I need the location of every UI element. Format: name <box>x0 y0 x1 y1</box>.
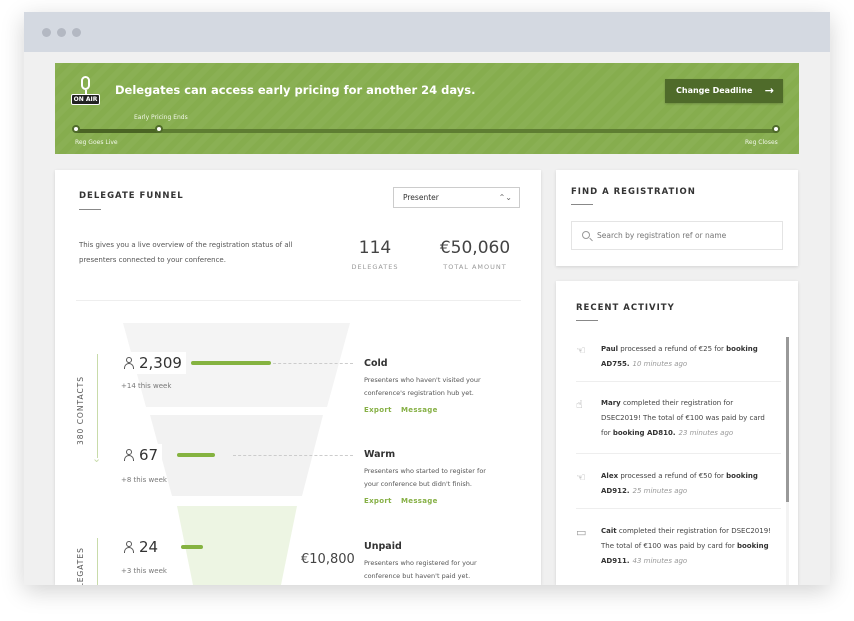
warm-export-link[interactable]: Export <box>364 497 392 505</box>
warm-week: +8 this week <box>121 476 167 484</box>
on-air-badge: ON AIR <box>71 94 100 105</box>
unpaid-title: Unpaid <box>364 541 402 552</box>
timeline-marker-end[interactable] <box>772 125 780 133</box>
cold-count-value: 2,309 <box>139 354 182 372</box>
cold-description: Presenters who haven't visited your conf… <box>364 376 481 397</box>
reg-goes-live-label: Reg Goes Live <box>75 139 118 146</box>
activity-text: Cait completed their registration for DS… <box>601 524 771 569</box>
warm-description: Presenters who started to register for y… <box>364 467 486 488</box>
activity-divider <box>576 508 781 509</box>
delegates-line <box>97 538 98 585</box>
activity-scrollbar-thumb[interactable] <box>786 337 789 502</box>
contacts-side-label: 380 CONTACTS <box>76 375 85 445</box>
activity-text: Alex processed a refund of €50 for booki… <box>601 469 771 499</box>
warm-count-value: 67 <box>139 446 159 464</box>
unpaid-count-value: 24 <box>139 538 159 556</box>
on-air-microphone-icon: ON AIR <box>71 76 101 106</box>
activity-name: Mary <box>601 399 621 407</box>
cold-count: 2,309 <box>119 352 186 374</box>
find-registration-card: FIND A REGISTRATION <box>556 170 798 266</box>
unpaid-bar <box>181 545 203 549</box>
title-underline <box>79 209 101 210</box>
cold-dash <box>273 363 353 364</box>
activity-time: 10 minutes ago <box>632 360 688 368</box>
recent-activity-title: RECENT ACTIVITY <box>576 303 675 313</box>
delegates-label: DELEGATES <box>351 263 399 271</box>
search-icon <box>582 231 590 239</box>
activity-name: Paul <box>601 345 619 353</box>
person-icon <box>123 449 135 461</box>
total-amount-value: €50,060 <box>439 238 511 258</box>
activity-divider <box>576 381 781 382</box>
activity-time: 25 minutes ago <box>632 487 688 495</box>
activity-name: Alex <box>601 472 619 480</box>
warm-bar <box>177 453 215 457</box>
divider <box>76 300 521 301</box>
role-select-value: Presenter <box>403 193 439 202</box>
registration-search-input[interactable] <box>571 221 783 250</box>
warm-count: 67 <box>119 444 163 466</box>
window-dot-icon[interactable] <box>72 28 81 37</box>
activity-time: 43 minutes ago <box>632 557 688 565</box>
registration-hand-icon: ☝ <box>576 398 583 411</box>
title-underline <box>576 320 598 321</box>
early-pricing-banner: ON AIR Delegates can access early pricin… <box>55 63 799 154</box>
delegates-side-label: DELEGATES <box>76 547 85 585</box>
early-pricing-ends-label: Early Pricing Ends <box>134 114 188 121</box>
timeline-marker-early-pricing[interactable] <box>155 125 163 133</box>
contacts-line <box>97 354 98 458</box>
activity-body: processed a refund of €50 for <box>618 472 727 480</box>
banner-message: Delegates can access early pricing for a… <box>115 83 476 97</box>
change-deadline-button[interactable]: Change Deadline → <box>665 79 783 103</box>
cold-message-link[interactable]: Message <box>401 406 438 414</box>
activity-time: 23 minutes ago <box>678 429 734 437</box>
person-icon <box>123 357 135 369</box>
change-deadline-label: Change Deadline <box>676 86 753 95</box>
warm-dash <box>233 455 353 456</box>
person-icon <box>123 541 135 553</box>
warm-title: Warm <box>364 449 396 460</box>
cold-export-link[interactable]: Export <box>364 406 392 414</box>
delegates-count: 114 <box>358 238 392 258</box>
warm-message-link[interactable]: Message <box>401 497 438 505</box>
credit-card-icon: ▭ <box>576 526 587 539</box>
unpaid-amount: €10,800 <box>301 552 355 567</box>
cold-bar <box>191 361 271 365</box>
chevron-down-icon: ⌄ <box>92 452 102 465</box>
window-dot-icon[interactable] <box>42 28 51 37</box>
reg-closes-label: Reg Closes <box>745 139 778 146</box>
activity-text: Mary completed their registration for DS… <box>601 396 771 441</box>
unpaid-description: Presenters who registered for your confe… <box>364 559 477 580</box>
select-chevron-icon: ⌃⌄ <box>498 193 512 202</box>
activity-name: Cait <box>601 527 617 535</box>
title-bar <box>24 12 830 52</box>
timeline-marker-start[interactable] <box>72 125 80 133</box>
activity-body: processed a refund of €25 for <box>618 345 727 353</box>
refund-hand-icon: ☜ <box>576 471 586 484</box>
refund-hand-icon: ☜ <box>576 344 586 357</box>
timeline-track <box>76 129 777 133</box>
cold-title: Cold <box>364 358 388 369</box>
title-underline <box>571 204 593 205</box>
activity-booking: booking AD810. <box>612 429 676 437</box>
delegate-funnel-card: DELEGATE FUNNEL Presenter ⌃⌄ This gives … <box>55 170 541 585</box>
window-dot-icon[interactable] <box>57 28 66 37</box>
delegate-funnel-title: DELEGATE FUNNEL <box>79 191 184 201</box>
activity-divider <box>576 453 781 454</box>
browser-window: ON AIR Delegates can access early pricin… <box>24 12 830 585</box>
activity-text: Paul processed a refund of €25 for booki… <box>601 342 771 372</box>
unpaid-count: 24 <box>119 536 163 558</box>
find-registration-title: FIND A REGISTRATION <box>571 187 696 197</box>
unpaid-week: +3 this week <box>121 567 167 575</box>
role-select[interactable]: Presenter ⌃⌄ <box>393 187 520 208</box>
recent-activity-card: RECENT ACTIVITY ☜ Paul processed a refun… <box>556 281 798 585</box>
total-amount-label: TOTAL AMOUNT <box>443 263 507 271</box>
funnel-description: This gives you a live overview of the re… <box>79 241 293 264</box>
arrow-right-icon: → <box>764 84 774 97</box>
cold-week: +14 this week <box>121 382 172 390</box>
